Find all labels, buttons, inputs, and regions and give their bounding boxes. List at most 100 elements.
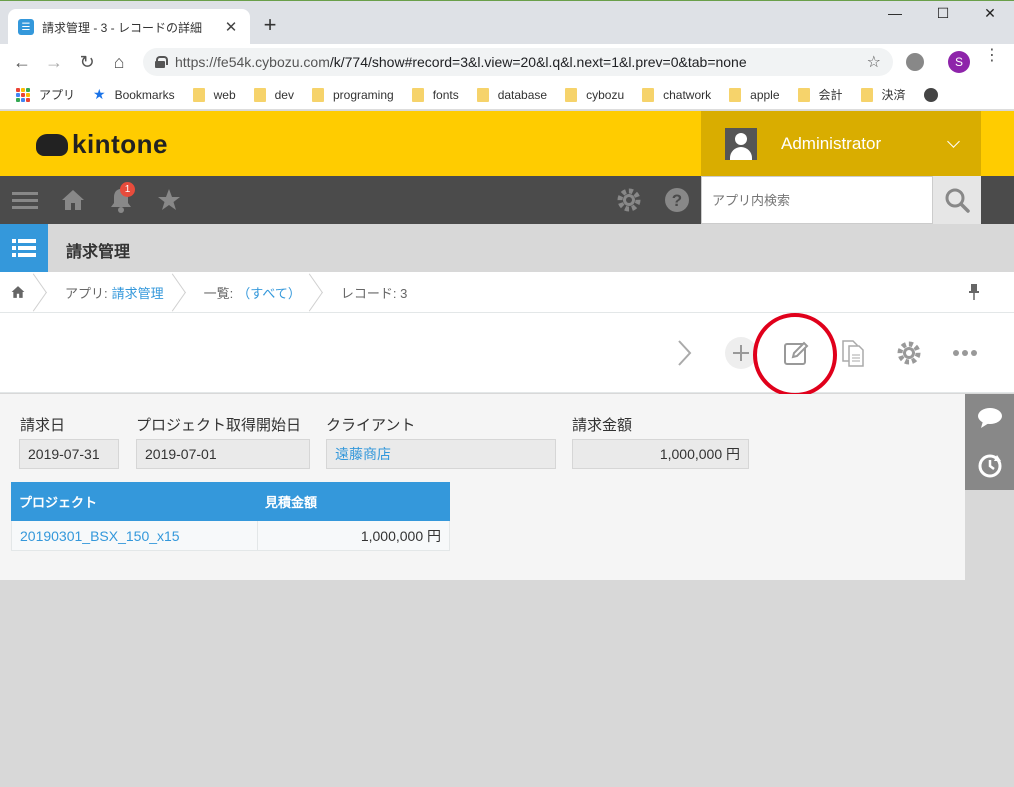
settings-gear-icon[interactable] <box>615 176 643 224</box>
edit-button-highlight-circle <box>753 313 837 397</box>
bookmark-item[interactable]: web <box>192 87 236 102</box>
forward-arrow-icon[interactable]: → <box>42 50 66 74</box>
table-row: 20190301_BSX_150_x15 1,000,000 円 <box>11 521 450 551</box>
field-label-invoice-date: 請求日 <box>20 417 66 434</box>
field-value-project-start-date: 2019-07-01 <box>136 439 310 469</box>
bookmark-item[interactable]: 会計 <box>797 86 843 103</box>
browser-menu-icon[interactable]: ⋮ <box>984 48 1000 64</box>
bookmark-label: dev <box>274 87 294 102</box>
tab-title: 請求管理 - 3 - レコードの詳細 <box>42 20 203 35</box>
profile-avatar[interactable]: S <box>948 51 970 73</box>
close-window-button[interactable]: ✕ <box>975 5 1005 22</box>
field-label-invoice-amount: 請求金額 <box>572 417 633 434</box>
bookmark-label: web <box>213 87 236 102</box>
folder-icon <box>729 87 742 102</box>
chevron-down-icon <box>947 137 961 151</box>
new-tab-button[interactable]: + <box>258 13 282 37</box>
subtable-amount-value: 1,000,000 円 <box>360 527 441 544</box>
extension-icon[interactable] <box>906 53 924 71</box>
field-value-invoice-amount: 1,000,000 円 <box>572 439 749 469</box>
bookmark-item[interactable]: cybozu <box>565 87 625 102</box>
field-label-project-start-date: プロジェクト取得開始日 <box>136 417 302 434</box>
url-text[interactable]: https://fe54k.cybozu.com/k/774/show#reco… <box>175 54 867 70</box>
record-settings-gear-icon[interactable] <box>889 333 929 373</box>
kintone-nav-bar: 1 ? <box>0 176 1014 224</box>
bookmark-label: cybozu <box>586 87 625 102</box>
maximize-window-button[interactable]: ☐ <box>928 5 958 22</box>
record-action-bar <box>0 313 1014 393</box>
side-panel <box>965 394 1014 490</box>
folder-icon <box>192 87 205 102</box>
favorites-star-icon[interactable] <box>155 176 183 224</box>
search-icon <box>945 188 970 213</box>
folder-icon <box>642 87 655 102</box>
folder-icon <box>860 87 873 102</box>
bookmarks-bar: アプリ ★ Bookmarks web dev programing fonts databa… <box>0 80 1014 110</box>
kintone-logo[interactable]: kintone <box>36 129 168 160</box>
bookmark-item[interactable]: chatwork <box>642 87 712 102</box>
subtable-project-link[interactable]: 20190301_BSX_150_x15 <box>12 521 258 550</box>
bookmark-label: Bookmarks <box>114 87 175 102</box>
close-tab-icon[interactable]: ✕ <box>222 18 240 36</box>
app-search-input[interactable] <box>712 192 932 208</box>
bookmark-star-icon[interactable]: ☆ <box>867 52 881 72</box>
pin-icon[interactable] <box>968 283 980 301</box>
breadcrumb: アプリ: 請求管理 一覧: （すべて） レコード: 3 <box>0 272 1014 313</box>
bookmark-label: アプリ <box>39 88 76 102</box>
bookmark-item[interactable]: programing <box>311 87 394 102</box>
breadcrumb-app-link[interactable]: 請求管理 <box>112 283 164 302</box>
reload-icon[interactable]: ↻ <box>75 50 99 74</box>
breadcrumb-view-prefix: 一覧: <box>203 285 234 301</box>
breadcrumb-view-link[interactable]: （すべて） <box>237 283 301 302</box>
user-menu[interactable]: Administrator <box>701 111 981 176</box>
globe-icon[interactable] <box>923 87 938 102</box>
svg-text:?: ? <box>672 191 682 210</box>
user-avatar-icon <box>725 127 757 160</box>
bookmark-label: programing <box>332 87 394 102</box>
bookmark-item[interactable]: dev <box>253 87 294 102</box>
browser-tab[interactable]: ☰ 請求管理 - 3 - レコードの詳細 ✕ <box>8 9 250 45</box>
bookmark-item[interactable]: fonts <box>411 87 459 102</box>
home-icon[interactable]: ⌂ <box>107 50 131 74</box>
user-name: Administrator <box>781 133 882 153</box>
bookmark-label: apple <box>750 87 780 102</box>
app-title: 請求管理 <box>66 244 131 261</box>
browser-toolbar: ← → ↻ ⌂ https://fe54k.cybozu.com/k/774/s… <box>0 44 1014 80</box>
app-list-icon[interactable] <box>0 224 48 272</box>
help-question-icon[interactable]: ? <box>663 176 691 224</box>
bookmark-label: database <box>497 87 548 102</box>
comments-speech-bubble-icon[interactable] <box>965 394 1014 442</box>
minimize-window-button[interactable]: — <box>880 5 910 21</box>
field-value-client-link[interactable]: 遠藤商店 <box>326 439 556 469</box>
bookmark-item[interactable]: 決済 <box>860 86 906 103</box>
bookmark-label: 決済 <box>881 88 906 102</box>
address-bar[interactable]: https://fe54k.cybozu.com/k/774/show#reco… <box>143 48 893 76</box>
back-arrow-icon[interactable]: ← <box>10 50 34 74</box>
search-button[interactable] <box>933 176 981 224</box>
folder-icon <box>565 87 578 102</box>
bookmark-item[interactable]: アプリ <box>16 86 75 103</box>
bookmark-item[interactable]: database <box>476 87 548 102</box>
folder-icon <box>411 87 424 102</box>
bookmark-label: fonts <box>432 87 459 102</box>
breadcrumb-app-prefix: アプリ: <box>65 285 108 301</box>
bookmark-item[interactable]: apple <box>729 87 780 102</box>
bookmark-item[interactable]: ★ Bookmarks <box>93 86 175 103</box>
field-label-client: クライアント <box>326 417 416 434</box>
more-options-icon[interactable] <box>945 333 985 373</box>
portal-home-icon[interactable] <box>59 176 87 224</box>
hamburger-menu-icon[interactable] <box>12 176 38 224</box>
folder-icon <box>476 87 489 102</box>
kintone-cloud-icon <box>36 133 68 156</box>
home-icon <box>11 286 25 298</box>
apps-icon <box>16 87 30 102</box>
next-record-chevron-icon[interactable] <box>664 333 704 373</box>
breadcrumb-home[interactable] <box>0 272 51 313</box>
breadcrumb-record-label: レコード: 3 <box>340 285 408 301</box>
history-clock-icon[interactable] <box>965 442 1014 490</box>
duplicate-record-button[interactable] <box>833 333 873 373</box>
bookmark-label: 会計 <box>818 88 843 102</box>
app-search-field[interactable] <box>701 176 933 224</box>
bookmark-label: chatwork <box>663 87 712 102</box>
copy-document-icon <box>842 340 864 367</box>
